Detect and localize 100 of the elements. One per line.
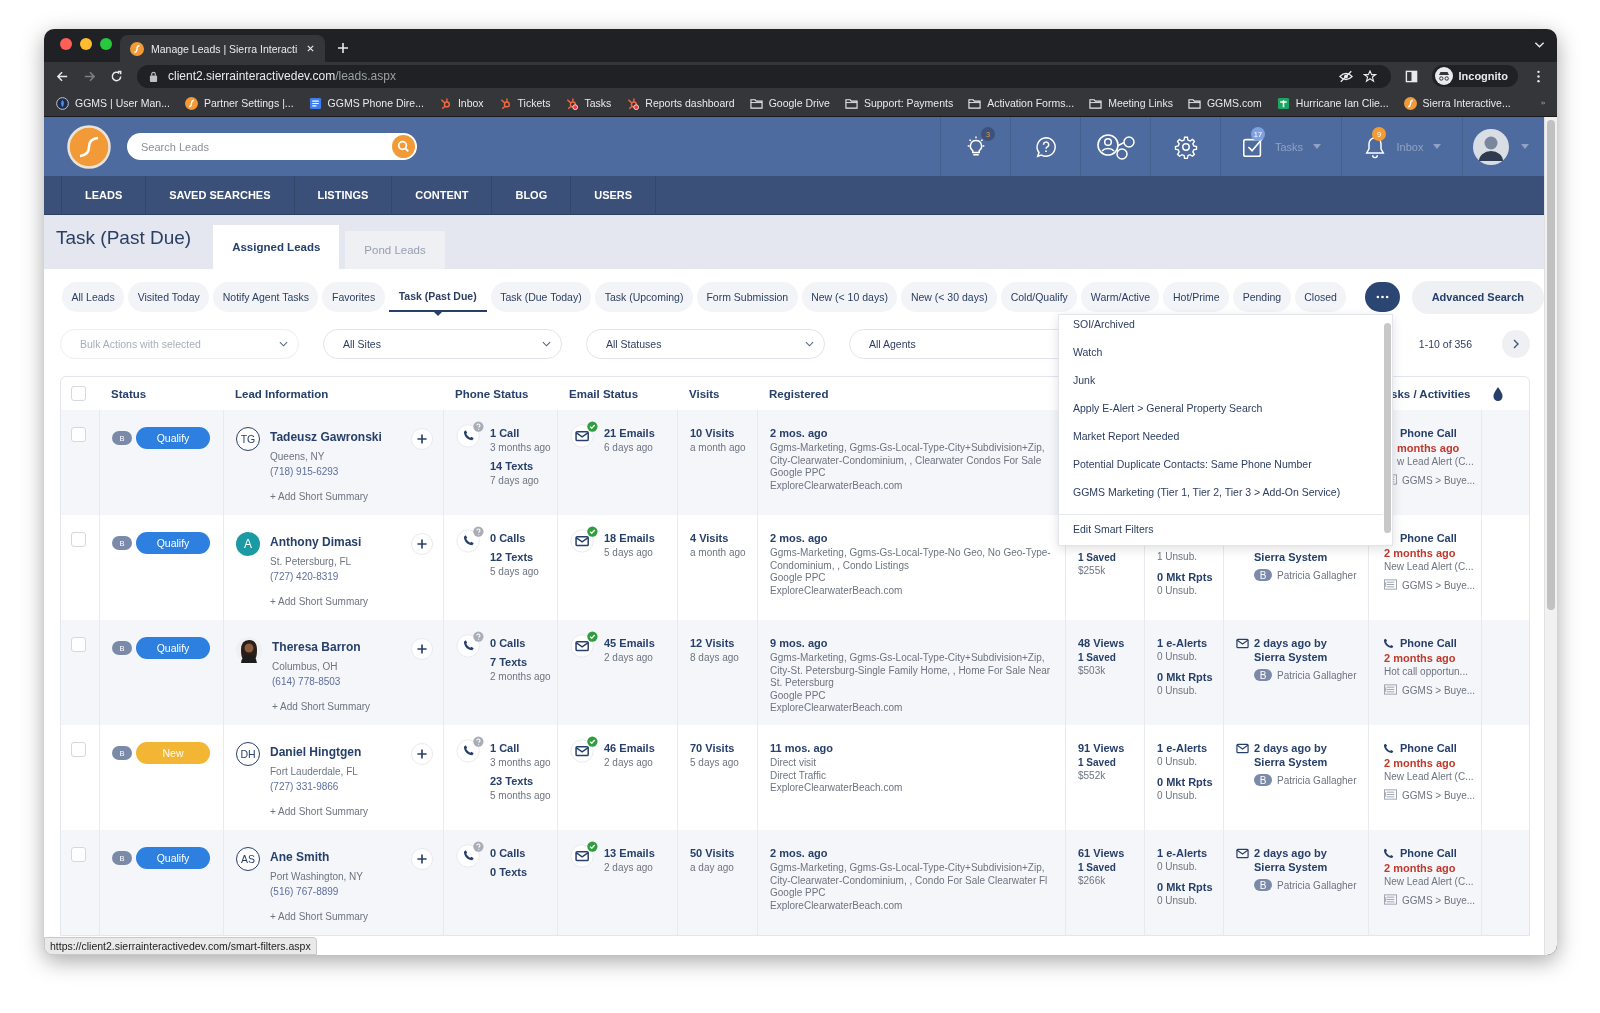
add-summary-link[interactable]: + Add Short Summary [270, 596, 369, 607]
filter-tab[interactable]: Form Submission [696, 282, 798, 312]
lead-name-link[interactable]: Daniel Hingtgen [270, 745, 362, 759]
scrollbar-thumb[interactable] [1547, 120, 1555, 610]
bookmark[interactable]: GGMS | User Man... [56, 96, 170, 110]
add-button-icon[interactable] [411, 638, 433, 660]
filter-tab[interactable]: Favorites [322, 282, 385, 312]
help-icon[interactable] [1033, 134, 1058, 159]
menu-item[interactable]: GGMS Marketing (Tier 1, Tier 2, Tier 3 > Add-On Service) [1059, 478, 1383, 506]
row-checkbox[interactable] [71, 532, 86, 547]
view-tab[interactable]: Assigned Leads [213, 225, 340, 269]
task-title[interactable]: Phone Call [1400, 427, 1457, 439]
address-bar[interactable]: client2.sierrainteractivedev.com/leads.aspx [137, 64, 1391, 88]
eye-slash-icon[interactable] [1338, 69, 1353, 83]
browser-tab[interactable]: Manage Leads | Sierra Interacti [120, 35, 325, 62]
settings-icon[interactable] [1173, 134, 1198, 159]
phone-link[interactable]: (718) 915-6293 [270, 466, 339, 477]
back-arrow-icon[interactable] [56, 69, 69, 83]
bookmark[interactable]: Tickets [498, 96, 551, 110]
phone-link[interactable]: (727) 331-9866 [270, 781, 339, 792]
phone-question-icon[interactable] [456, 736, 484, 764]
menu-item[interactable]: Market Report Needed [1059, 422, 1383, 450]
bookmark[interactable]: Reports dashboard [626, 96, 735, 110]
bookmark[interactable]: Sierra Interactive... [1403, 96, 1511, 110]
bookmark[interactable]: Activation Forms... [968, 96, 1075, 110]
scrollbar-thumb[interactable] [1384, 323, 1391, 533]
menu-item[interactable]: Junk [1059, 366, 1383, 394]
nav-link[interactable]: LISTINGS [293, 176, 392, 214]
add-button-icon[interactable] [411, 848, 433, 870]
search-icon[interactable] [392, 135, 415, 158]
people-network-icon[interactable] [1095, 132, 1136, 161]
lead-name-link[interactable]: Tadeusz Gawronski [270, 430, 382, 444]
phone-link[interactable]: (516) 767-8899 [270, 886, 339, 897]
phone-link[interactable]: (614) 778-8503 [272, 676, 341, 687]
row-checkbox[interactable] [71, 637, 86, 652]
nav-link[interactable]: LEADS [61, 176, 146, 214]
lead-name-link[interactable]: Theresa Barron [272, 640, 361, 654]
close-icon[interactable] [306, 44, 315, 53]
bookmark[interactable]: Tasks [565, 96, 612, 110]
phone-question-icon[interactable] [456, 421, 484, 449]
envelope-check-icon[interactable] [570, 841, 598, 869]
phone-question-icon[interactable] [456, 841, 484, 869]
row-checkbox[interactable] [71, 427, 86, 442]
plus-icon[interactable] [337, 42, 349, 54]
select-all-checkbox[interactable] [71, 386, 86, 401]
bookmark[interactable]: Google Drive [749, 96, 830, 110]
status-badge[interactable]: Qualify [136, 847, 210, 869]
filter-tab[interactable]: Visited Today [128, 282, 210, 312]
envelope-check-icon[interactable] [570, 526, 598, 554]
task-title[interactable]: Phone Call [1400, 532, 1457, 544]
add-summary-link[interactable]: + Add Short Summary [272, 701, 371, 712]
menu-item[interactable]: Apply E-Alert > General Property Search [1059, 394, 1383, 422]
add-summary-link[interactable]: + Add Short Summary [270, 806, 369, 817]
filter-tab[interactable]: Warm/Active [1081, 282, 1160, 312]
phone-question-icon[interactable] [456, 631, 484, 659]
bookmark[interactable]: Partner Settings |... [184, 96, 294, 110]
filter-tab[interactable]: Hot/Prime [1163, 282, 1230, 312]
chevron-down-icon[interactable] [1534, 41, 1545, 49]
nav-link[interactable]: CONTENT [391, 176, 492, 214]
advanced-search-button[interactable]: Advanced Search [1411, 280, 1544, 314]
menu-item[interactable]: Potential Duplicate Contacts: Same Phone Number [1059, 450, 1383, 478]
filter-tab[interactable]: Notify Agent Tasks [213, 282, 319, 312]
status-badge[interactable]: Qualify [136, 637, 210, 659]
status-badge[interactable]: Qualify [136, 427, 210, 449]
reload-icon[interactable] [110, 69, 123, 83]
droplet-icon[interactable] [1493, 386, 1503, 401]
envelope-check-icon[interactable] [570, 631, 598, 659]
bookmark[interactable]: Meeting Links [1089, 96, 1173, 110]
avatar-silhouette[interactable] [1473, 128, 1509, 165]
filter-tab[interactable]: Closed [1294, 282, 1347, 312]
search-field[interactable]: Search Leads [127, 133, 417, 160]
task-title[interactable]: Phone Call [1400, 742, 1457, 754]
star-icon[interactable] [1362, 69, 1377, 83]
bookmark[interactable]: GGMS.com [1187, 96, 1262, 110]
sidebar-icon[interactable] [1404, 69, 1418, 83]
phone-question-icon[interactable] [456, 526, 484, 554]
envelope-check-icon[interactable] [570, 736, 598, 764]
filter-tab[interactable]: Pending [1233, 282, 1291, 312]
double-chevron-icon[interactable] [1540, 99, 1545, 107]
bookmark[interactable]: Inbox [438, 96, 484, 110]
task-title[interactable]: Phone Call [1400, 637, 1457, 649]
envelope-check-icon[interactable] [570, 421, 598, 449]
filter-tab[interactable]: Task (Due Today) [490, 282, 592, 312]
filter-tab[interactable]: Cold/Qualify [1001, 282, 1078, 312]
phone-link[interactable]: (727) 420-8319 [270, 571, 339, 582]
sierra-logo-icon[interactable] [67, 124, 111, 169]
nav-link[interactable]: SAVED SEARCHES [145, 176, 294, 214]
row-checkbox[interactable] [71, 742, 86, 757]
close-window-control[interactable] [60, 38, 72, 50]
add-summary-link[interactable]: + Add Short Summary [270, 911, 369, 922]
task-title[interactable]: Phone Call [1400, 847, 1457, 859]
more-filters-button[interactable] [1365, 282, 1400, 312]
nav-link[interactable]: BLOG [491, 176, 571, 214]
profile-button[interactable]: Incognito [1431, 65, 1518, 87]
forward-arrow-icon[interactable] [83, 69, 96, 83]
filter-tab[interactable]: All Leads [62, 282, 125, 312]
lead-name-link[interactable]: Anthony Dimasi [270, 535, 362, 549]
add-button-icon[interactable] [411, 428, 433, 450]
add-summary-link[interactable]: + Add Short Summary [270, 491, 369, 502]
status-badge[interactable]: Qualify [136, 532, 210, 554]
